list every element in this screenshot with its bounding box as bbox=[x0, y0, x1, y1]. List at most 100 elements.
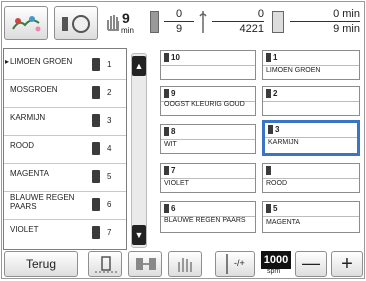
spool-icon bbox=[164, 166, 169, 175]
color-sequence-list[interactable]: ▸ LIMOEN GROEN 1 MOSGROEN 2 KARMIJN 3 RO… bbox=[3, 48, 127, 250]
manual-color-button[interactable] bbox=[168, 251, 202, 277]
color-name: MOSGROEN bbox=[10, 85, 58, 94]
thread-spool-button[interactable] bbox=[88, 251, 122, 277]
needle-cell-5[interactable]: 5 MAGENTA bbox=[262, 201, 360, 233]
needle-number: 2 bbox=[273, 89, 278, 98]
needle-number: 5 bbox=[273, 204, 278, 213]
time-total: 9 min bbox=[333, 23, 360, 35]
time-fraction-line bbox=[290, 21, 360, 22]
spool-icon bbox=[92, 170, 100, 183]
spool-edit-icon bbox=[95, 256, 117, 273]
thread-name: LIMOEN GROEN bbox=[266, 67, 321, 74]
cell-divider bbox=[161, 65, 255, 66]
color-name: ROOD bbox=[10, 141, 34, 150]
spool-icon bbox=[92, 142, 100, 155]
color-order: 3 bbox=[107, 116, 112, 125]
color-order: 7 bbox=[107, 228, 112, 237]
needle-adjust-label: -/+ bbox=[234, 258, 245, 268]
needle-cell-7[interactable]: 7 VIOLET bbox=[160, 163, 256, 193]
needle-cell-8[interactable]: 8 WIT bbox=[160, 124, 256, 154]
color-name: VIOLET bbox=[10, 225, 39, 234]
needle-cell-4[interactable]: ROOD bbox=[262, 163, 360, 193]
needle-number: 3 bbox=[275, 125, 280, 134]
scroll-up-button[interactable]: ▲ bbox=[132, 56, 146, 76]
list-scrollbar[interactable]: ▲ ▼ bbox=[131, 53, 147, 248]
needle-number: 6 bbox=[171, 204, 176, 213]
thread-name: VIOLET bbox=[164, 180, 189, 187]
needle-cell-9[interactable]: 9 OOGST KLEURIG GOUD bbox=[160, 86, 256, 116]
hand-icon bbox=[104, 12, 122, 32]
color-total: 9 bbox=[175, 23, 183, 35]
color-count-icon bbox=[150, 11, 159, 33]
spool-icon bbox=[266, 53, 271, 62]
list-item[interactable]: KARMIJN 3 bbox=[4, 107, 126, 136]
thread-name: WIT bbox=[164, 141, 177, 148]
floral-pattern-icon bbox=[12, 16, 41, 32]
thread-name: BLAUWE REGEN PAARS bbox=[164, 217, 246, 224]
needle-cell-1[interactable]: 1 LIMOEN GROEN bbox=[262, 50, 360, 80]
list-item[interactable]: ▸ LIMOEN GROEN 1 bbox=[4, 51, 126, 80]
spool-icon bbox=[266, 166, 271, 175]
color-name: KARMIJN bbox=[10, 113, 46, 122]
current-marker: ▸ bbox=[5, 57, 10, 66]
spool-icon bbox=[164, 53, 169, 62]
spool-icon bbox=[92, 226, 100, 239]
embroidery-pattern-button[interactable] bbox=[4, 6, 48, 40]
cell-divider bbox=[161, 139, 255, 140]
list-item[interactable]: MOSGROEN 2 bbox=[4, 79, 126, 108]
spool-icon bbox=[92, 86, 100, 99]
swap-spool-button[interactable] bbox=[128, 251, 162, 277]
needle-cell-6[interactable]: 6 BLAUWE REGEN PAARS bbox=[160, 201, 256, 233]
color-name: BLAUWE REGEN PAARS bbox=[10, 193, 75, 211]
thread-name: MAGENTA bbox=[266, 219, 301, 226]
needle-icon bbox=[226, 254, 228, 274]
stitch-current: 0 bbox=[257, 8, 264, 20]
spool-icon bbox=[266, 204, 271, 213]
time-icon bbox=[272, 11, 284, 33]
speed-unit: spm bbox=[267, 268, 281, 275]
needle-number: 10 bbox=[171, 53, 180, 62]
speed-increase-button[interactable]: + bbox=[331, 251, 363, 277]
list-item[interactable]: BLAUWE REGEN PAARS 6 bbox=[4, 191, 126, 220]
color-order: 2 bbox=[107, 88, 112, 97]
cell-divider bbox=[263, 65, 359, 66]
spool-icon bbox=[164, 89, 169, 98]
needle-status-button[interactable] bbox=[54, 6, 98, 40]
list-item[interactable]: MAGENTA 5 bbox=[4, 163, 126, 192]
stitch-fraction-line bbox=[212, 21, 264, 22]
cell-divider bbox=[161, 178, 255, 179]
needle-number: 1 bbox=[273, 53, 278, 62]
list-item[interactable]: VIOLET 7 bbox=[4, 219, 126, 247]
needle-cell-3-selected[interactable]: 3 KARMIJN bbox=[262, 120, 360, 156]
scroll-down-button[interactable]: ▼ bbox=[132, 225, 146, 245]
list-item[interactable]: ROOD 4 bbox=[4, 135, 126, 164]
pause-unit: min bbox=[121, 26, 134, 35]
cell-divider bbox=[263, 178, 359, 179]
back-button[interactable]: Terug bbox=[4, 251, 78, 277]
cell-divider bbox=[263, 101, 359, 102]
needle-adjust-button[interactable]: -/+ bbox=[215, 251, 255, 277]
cell-divider bbox=[263, 216, 359, 217]
speed-decrease-button[interactable]: — bbox=[295, 251, 327, 277]
time-current: 0 min bbox=[333, 8, 360, 20]
needle-number: 7 bbox=[171, 166, 176, 175]
speed-value: 1000 bbox=[261, 251, 291, 269]
color-name: MAGENTA bbox=[10, 169, 49, 178]
needle-cell-2[interactable]: 2 bbox=[262, 86, 360, 116]
needle-number: 8 bbox=[171, 127, 176, 136]
thread-name: ROOD bbox=[266, 180, 287, 187]
spool-icon bbox=[92, 198, 100, 211]
needle-cell-10[interactable]: 10 bbox=[160, 50, 256, 80]
stitch-total: 4221 bbox=[239, 23, 264, 35]
hand-color-icon bbox=[178, 258, 192, 272]
spool-icon bbox=[92, 58, 100, 71]
thread-name: KARMIJN bbox=[268, 139, 299, 146]
spool-icon bbox=[164, 127, 169, 136]
spool-icon bbox=[92, 114, 100, 127]
spool-icon bbox=[164, 204, 169, 213]
cell-divider bbox=[265, 137, 357, 138]
swap-icon bbox=[136, 258, 156, 270]
spool-icon bbox=[266, 89, 271, 98]
needle-number: 9 bbox=[171, 89, 176, 98]
color-order: 4 bbox=[107, 144, 112, 153]
